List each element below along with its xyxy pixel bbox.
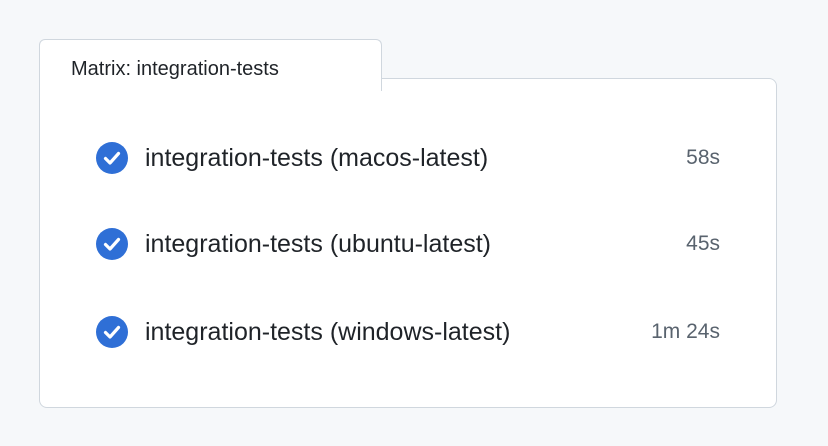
job-name: integration-tests (macos-latest) (145, 143, 489, 172)
job-name: integration-tests (windows-latest) (145, 317, 511, 346)
job-name: integration-tests (ubuntu-latest) (145, 229, 492, 258)
job-row-windows-latest[interactable]: integration-tests (windows-latest) 1m 24… (96, 312, 720, 352)
matrix-job-list: integration-tests (macos-latest) 58s int… (39, 78, 777, 408)
job-duration: 45s (686, 232, 720, 255)
job-row-macos-latest[interactable]: integration-tests (macos-latest) 58s (96, 138, 720, 178)
check-circle-icon (96, 316, 128, 348)
check-circle-icon (96, 228, 128, 260)
job-duration: 1m 24s (651, 320, 720, 343)
matrix-title: Matrix: integration-tests (71, 58, 279, 80)
check-circle-icon (96, 142, 128, 174)
job-duration: 58s (686, 146, 720, 169)
matrix-tab: Matrix: integration-tests (39, 39, 382, 91)
job-row-ubuntu-latest[interactable]: integration-tests (ubuntu-latest) 45s (96, 224, 720, 264)
